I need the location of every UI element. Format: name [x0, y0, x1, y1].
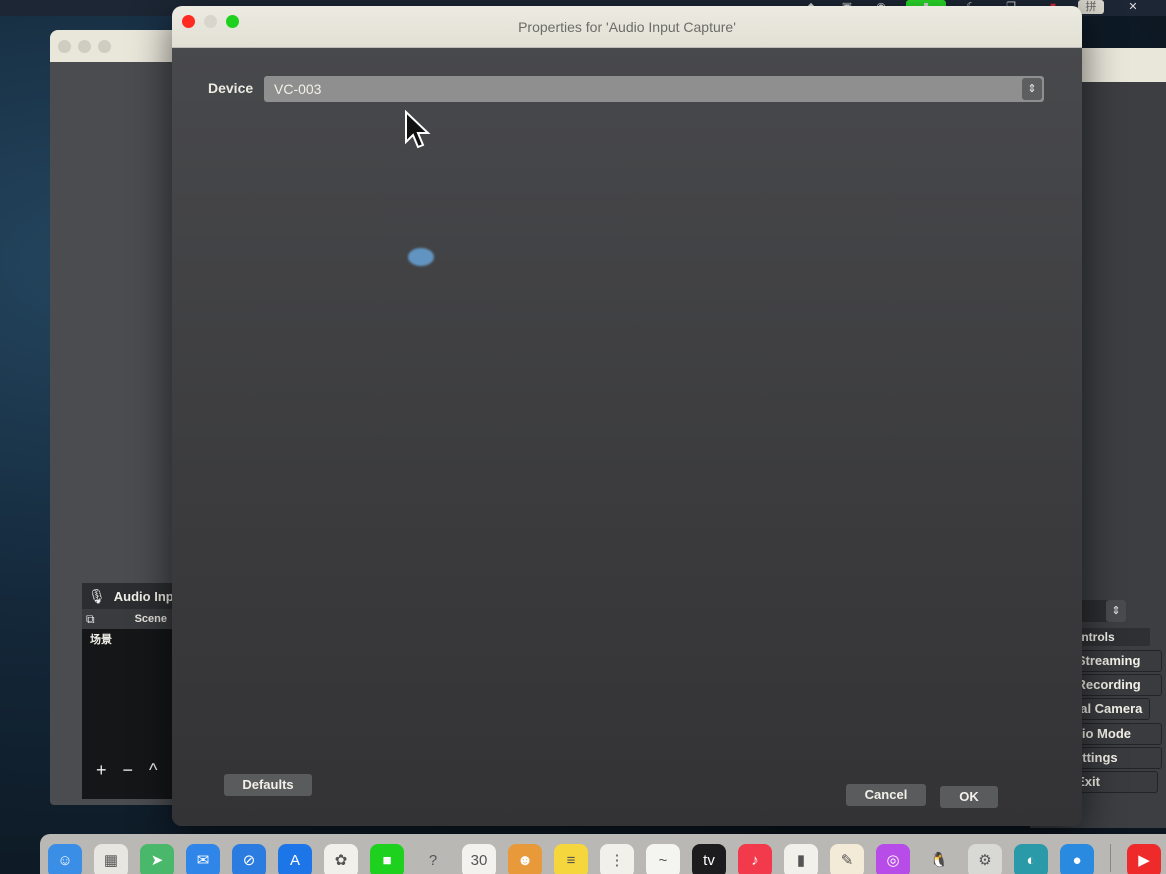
- remove-scene-button[interactable]: −: [123, 760, 134, 781]
- zoom-button[interactable]: [98, 40, 111, 53]
- screen-glare: [408, 248, 434, 266]
- dock-app-app[interactable]: ●: [1060, 844, 1094, 874]
- defaults-button[interactable]: Defaults: [224, 774, 312, 796]
- device-label: Device: [208, 80, 254, 96]
- scenes-header-title: Scene: [134, 613, 167, 625]
- dock-app-numbers[interactable]: ▮: [784, 844, 818, 874]
- dock-app-tv[interactable]: tv: [692, 844, 726, 874]
- mute-icon[interactable]: ✕: [1124, 0, 1142, 14]
- dock-app-calendar[interactable]: 30: [462, 844, 496, 874]
- mouse-cursor-icon: [405, 110, 431, 149]
- dock-app-safari[interactable]: ⊘: [232, 844, 266, 874]
- dock-app-podcasts[interactable]: ◎: [876, 844, 910, 874]
- dock-app-help[interactable]: ?: [416, 844, 450, 874]
- dialog-title: Properties for 'Audio Input Capture': [518, 19, 736, 35]
- chevron-updown-icon: ⇕: [1106, 600, 1126, 622]
- move-up-button[interactable]: ^: [149, 760, 157, 781]
- dock-app-pages[interactable]: ✎: [830, 844, 864, 874]
- scenes-dock-icon: ⧉: [86, 611, 95, 626]
- scenes-toolbar: + − ^ v: [96, 760, 182, 781]
- dock-app-mail[interactable]: ✉: [186, 844, 220, 874]
- dock: ☺ ▦ ➤ ✉ ⊘ A ✿ ■? 30 ☻ ≡ ⋮ ~ tv ♪ ▮ ✎ ◎ 🐧 ⚙ ◐ ● ▶: [40, 834, 1166, 874]
- dialog-body: Device VC-003 ⇕ Defaults Cancel OK: [172, 48, 1082, 826]
- ok-button[interactable]: OK: [940, 786, 998, 808]
- dock-app-maps[interactable]: ➤: [140, 844, 174, 874]
- close-button[interactable]: [58, 40, 71, 53]
- dock-app-qq[interactable]: 🐧: [922, 844, 956, 874]
- dock-app-reminders[interactable]: ⋮: [600, 844, 634, 874]
- chevron-updown-icon: ⇕: [1022, 78, 1042, 100]
- dock-app-contacts[interactable]: ☻: [508, 844, 542, 874]
- dock-app-photos[interactable]: ✿: [324, 844, 358, 874]
- dock-app-freeform[interactable]: ~: [646, 844, 680, 874]
- dock-app-launchpad[interactable]: ▦: [94, 844, 128, 874]
- properties-dialog: Properties for 'Audio Input Capture' Dev…: [172, 6, 1082, 826]
- dock-app-red-app[interactable]: ▶: [1127, 844, 1161, 874]
- dock-app-finder[interactable]: ☺: [48, 844, 82, 874]
- dock-app-notes[interactable]: ≡: [554, 844, 588, 874]
- minimize-button[interactable]: [78, 40, 91, 53]
- device-select-value: VC-003: [274, 81, 322, 97]
- cancel-button[interactable]: Cancel: [846, 784, 926, 806]
- title-bar: [1080, 48, 1166, 82]
- dock-app-app[interactable]: ◐: [1014, 844, 1048, 874]
- dialog-title-bar: Properties for 'Audio Input Capture': [172, 6, 1082, 48]
- dock-separator: [1110, 844, 1111, 872]
- microphone-icon: 🎙: [88, 587, 106, 604]
- dock-app-system-settings[interactable]: ⚙: [968, 844, 1002, 874]
- dock-app-app-store[interactable]: A: [278, 844, 312, 874]
- add-scene-button[interactable]: +: [96, 760, 107, 781]
- dock-app-music[interactable]: ♪: [738, 844, 772, 874]
- device-select[interactable]: VC-003 ⇕: [264, 76, 1044, 102]
- dock-app-facetime[interactable]: ■: [370, 844, 404, 874]
